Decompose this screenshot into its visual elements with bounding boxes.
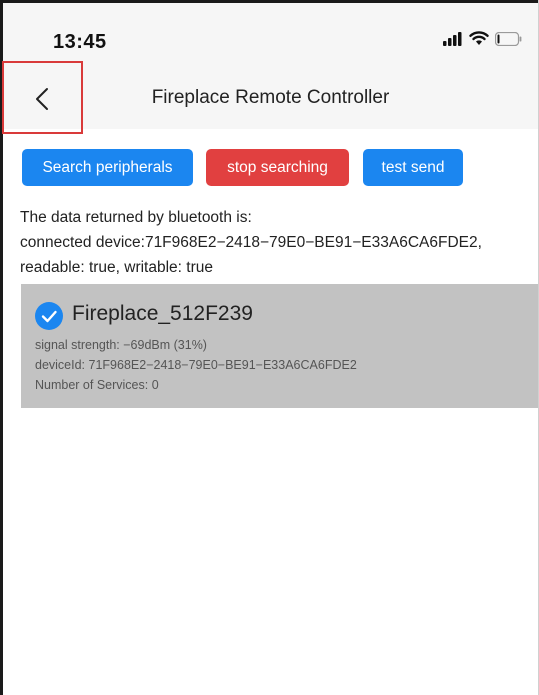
status-bar: 13:45 [3,3,538,65]
device-list-item[interactable]: Fireplace_512F239 signal strength: −69dB… [21,284,538,408]
check-circle-icon [35,302,63,330]
search-peripherals-button[interactable]: Search peripherals [22,149,193,186]
device-name: Fireplace_512F239 [72,302,253,325]
device-signal-strength: signal strength: −69dBm (31%) [35,338,207,352]
stop-searching-button[interactable]: stop searching [206,149,349,186]
bluetooth-data-header: The data returned by bluetooth is: [20,209,252,226]
page-title: Fireplace Remote Controller [151,87,390,108]
bluetooth-data-output: The data returned by bluetooth is: conne… [20,205,535,280]
device-services-count: Number of Services: 0 [35,378,159,392]
connected-device-text: connected device:71F968E2−2418−79E0−BE91… [20,234,482,251]
device-id: deviceId: 71F968E2−2418−79E0−BE91−E33A6C… [35,358,357,372]
status-icons [443,31,522,51]
battery-icon [494,31,522,51]
signal-icon [443,31,463,51]
nav-bar: Fireplace Remote Controller [3,65,538,129]
test-send-button[interactable]: test send [363,149,463,186]
status-time: 13:45 [53,31,107,53]
wifi-icon [469,31,489,51]
permissions-text: readable: true, writable: true [20,259,213,276]
